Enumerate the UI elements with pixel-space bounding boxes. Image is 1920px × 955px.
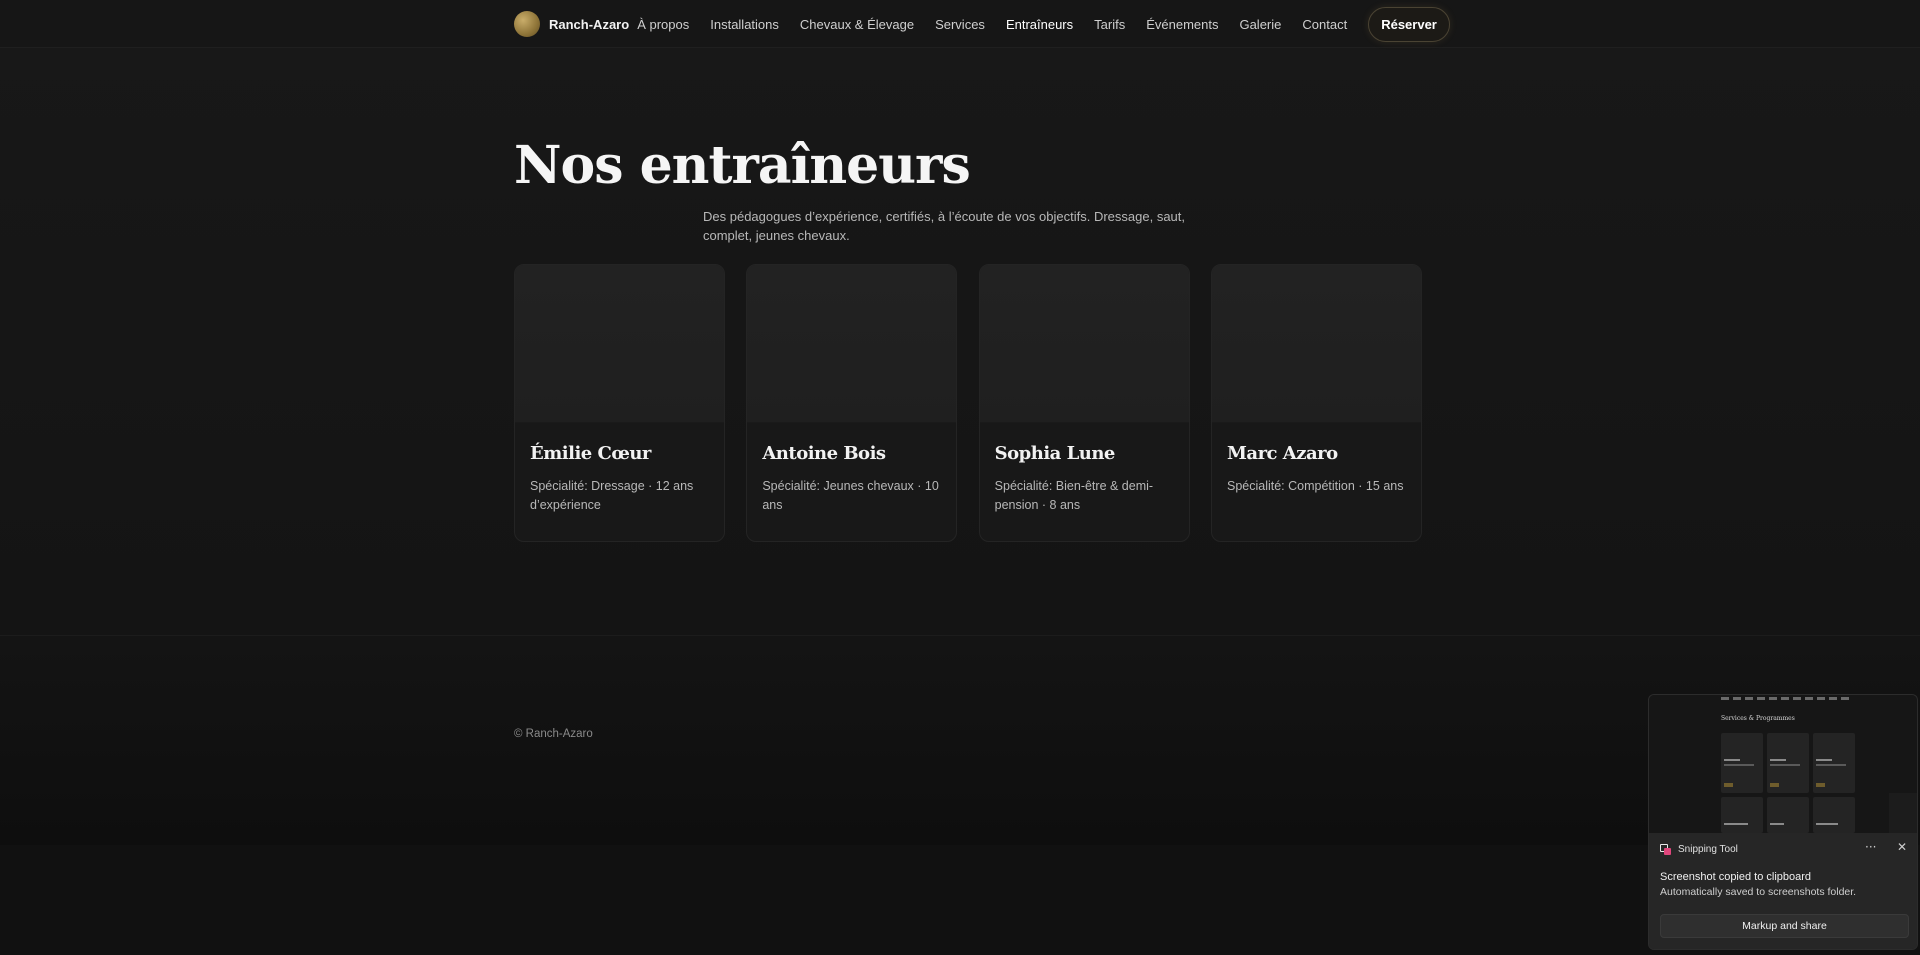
nav-item-services[interactable]: Services (935, 17, 985, 32)
site-footer: © Ranch-Azaro (0, 635, 1920, 845)
main-nav: À propos Installations Chevaux & Élevage… (637, 17, 1368, 32)
thumbnail-grid (1721, 733, 1857, 833)
page-title: Nos entraîneurs (514, 135, 971, 196)
trainer-cards: Émilie Cœur Spécialité: Dressage · 12 an… (514, 264, 1422, 542)
thumbnail-card (1767, 733, 1809, 793)
thumbnail-card (1813, 733, 1855, 793)
trainer-name: Marc Azaro (1226, 443, 1338, 464)
nav-item-a-propos[interactable]: À propos (637, 17, 689, 32)
site-header: Ranch-Azaro À propos Installations Cheva… (0, 0, 1920, 48)
nav-item-galerie[interactable]: Galerie (1239, 17, 1281, 32)
nav-item-chevaux-elevage[interactable]: Chevaux & Élevage (800, 17, 914, 32)
brand-name[interactable]: Ranch-Azaro (549, 17, 629, 32)
trainer-card[interactable]: Antoine Bois Spécialité: Jeunes chevaux … (746, 264, 958, 542)
page-bottom (0, 845, 1920, 955)
snipping-tool-icon (1660, 844, 1671, 855)
trainer-card[interactable]: Émilie Cœur Spécialité: Dressage · 12 an… (514, 264, 725, 542)
thumbnail-card (1767, 797, 1809, 833)
notification-body: Snipping Tool ··· ✕ Screenshot copied to… (1649, 833, 1917, 949)
trainer-photo (1211, 265, 1421, 423)
thumbnail-card (1813, 797, 1855, 833)
markup-and-share-button[interactable]: Markup and share (1660, 914, 1909, 938)
trainer-description: Spécialité: Compétition · 15 ans (1226, 479, 1404, 493)
thumbnail-nav (1721, 697, 1851, 700)
notification-message: Automatically saved to screenshots folde… (1660, 886, 1857, 898)
thumbnail-card (1721, 797, 1763, 833)
trainer-description: Spécialité: Bien-être & demi-pension · 8… (994, 479, 1154, 512)
close-icon[interactable]: ✕ (1897, 840, 1907, 854)
trainer-photo (979, 265, 1189, 423)
footer-copyright: © Ranch-Azaro (514, 728, 593, 740)
reserve-button[interactable]: Réserver (1368, 6, 1450, 42)
thumbnail-title: Services & Programmes (1721, 715, 1795, 722)
trainer-card[interactable]: Sophia Lune Spécialité: Bien-être & demi… (978, 264, 1190, 542)
trainer-name: Émilie Cœur (530, 443, 651, 464)
nav-item-evenements[interactable]: Événements (1146, 17, 1218, 32)
logo-icon[interactable] (514, 11, 540, 37)
trainer-description: Spécialité: Dressage · 12 ans d’expérien… (530, 479, 694, 512)
notification-heading: Screenshot copied to clipboard (1660, 871, 1812, 883)
trainer-name: Sophia Lune (994, 443, 1116, 464)
page-subtitle: Des pédagogues d’expérience, certifiés, … (703, 209, 1185, 243)
notification-app: Snipping Tool (1660, 844, 1738, 855)
thumbnail-card (1721, 733, 1763, 793)
screenshot-thumbnail[interactable]: Services & Programmes (1649, 695, 1917, 833)
nav-item-tarifs[interactable]: Tarifs (1094, 17, 1125, 32)
trainer-card[interactable]: Marc Azaro Spécialité: Compétition · 15 … (1210, 264, 1422, 542)
nav-item-installations[interactable]: Installations (710, 17, 779, 32)
thumbnail-sidebar (1889, 793, 1917, 833)
nav-item-contact[interactable]: Contact (1302, 17, 1347, 32)
more-options-icon[interactable]: ··· (1865, 840, 1876, 854)
trainer-photo (515, 265, 724, 423)
trainer-photo (747, 265, 957, 423)
snipping-tool-notification[interactable]: Services & Programmes Snipping Tool ··· … (1648, 694, 1918, 950)
nav-item-entraineurs[interactable]: Entraîneurs (1006, 17, 1073, 32)
notification-app-name: Snipping Tool (1678, 844, 1738, 855)
trainer-name: Antoine Bois (762, 443, 886, 464)
header-inner: Ranch-Azaro À propos Installations Cheva… (514, 0, 1450, 48)
trainer-description: Spécialité: Jeunes chevaux · 10 ans (762, 479, 939, 512)
